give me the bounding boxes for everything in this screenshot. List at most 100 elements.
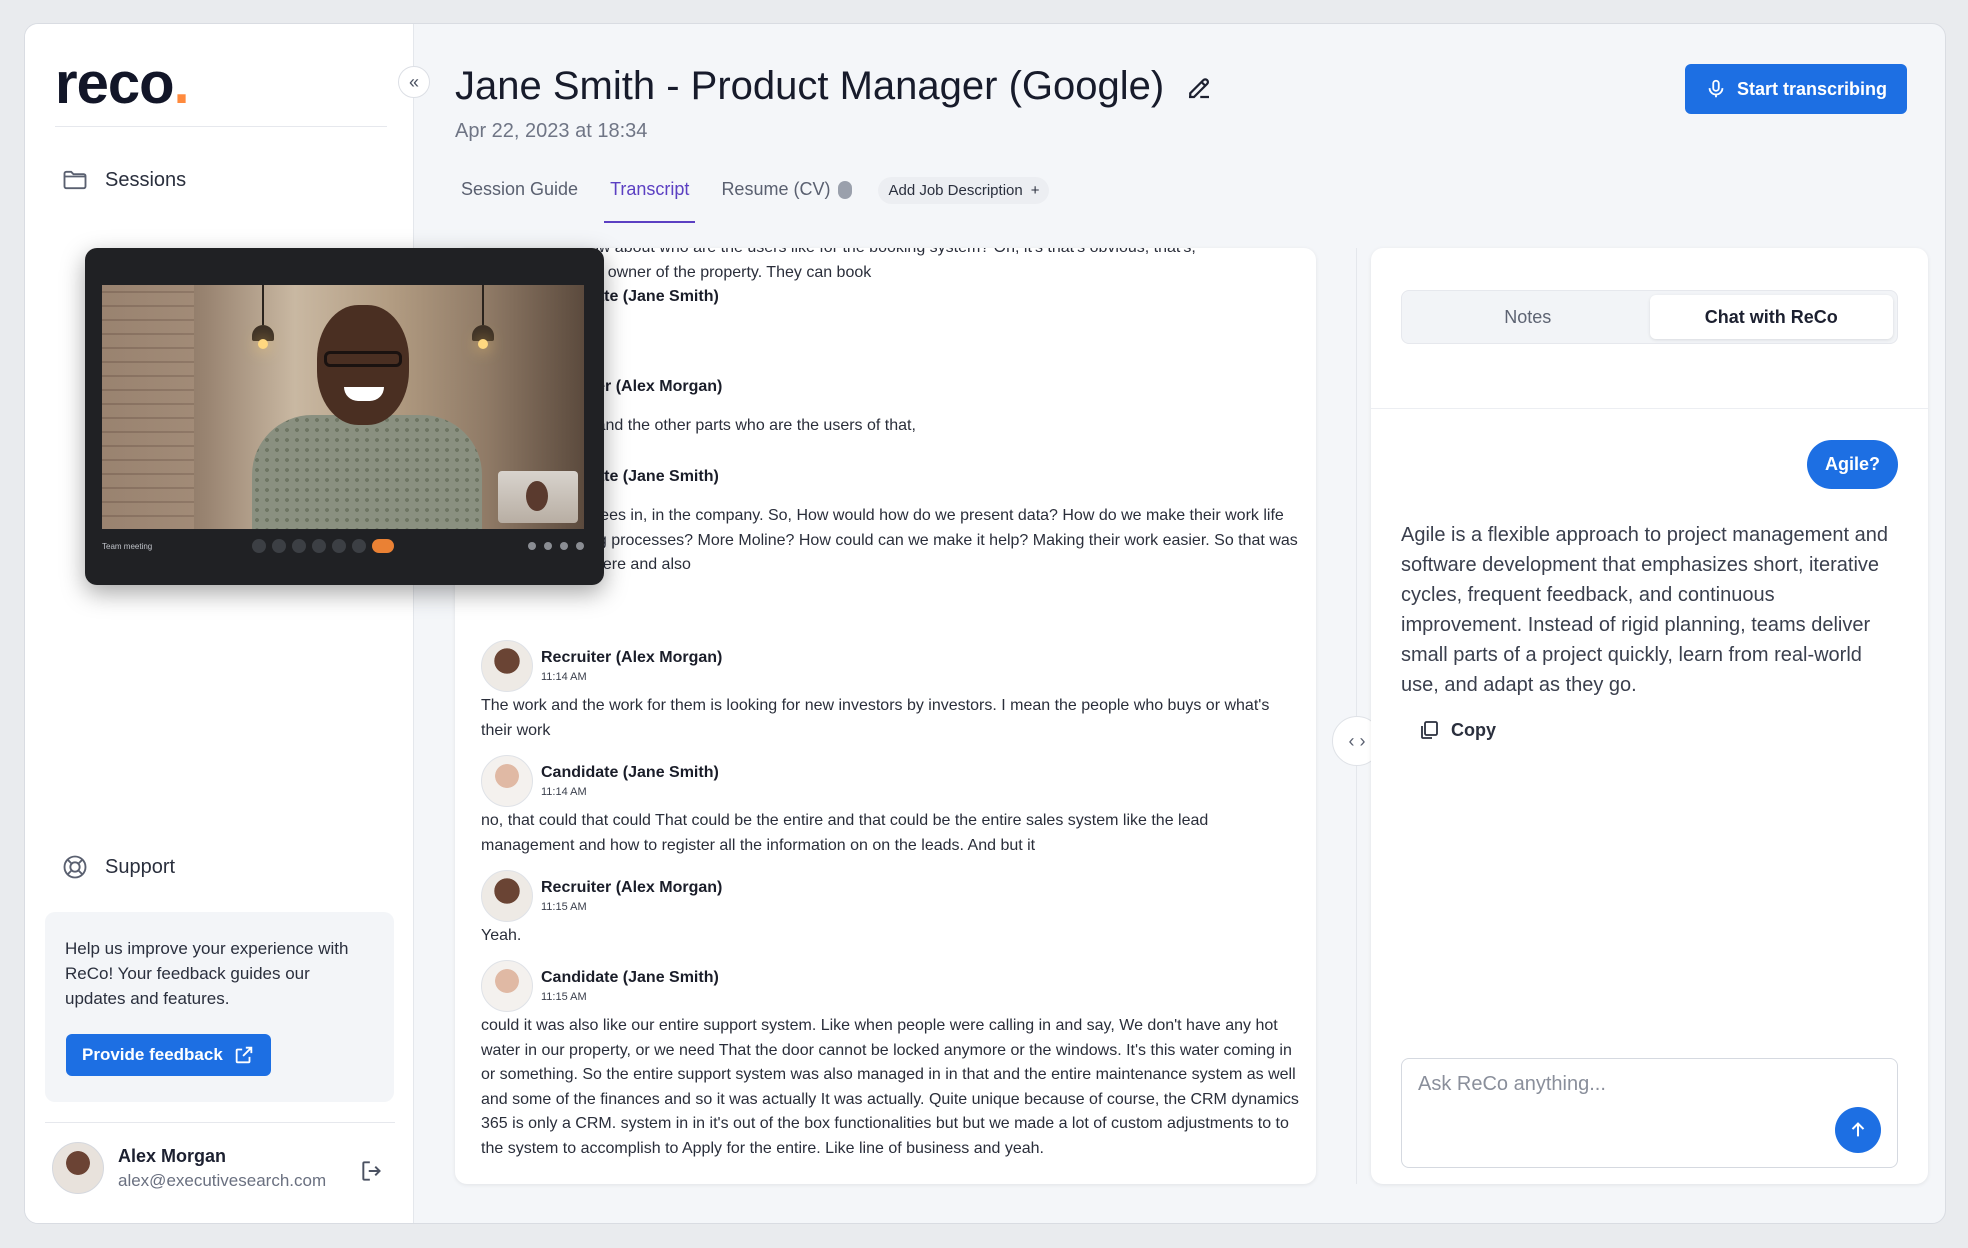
ask-box [1401,1058,1898,1168]
panel-divider [1371,408,1928,409]
user-message-bubble: Agile? [1806,440,1898,489]
transcript-entry: Candidate (Jane Smith) 11:15 AM could it … [481,960,1301,1162]
avatar [481,640,533,692]
transcript-entry: Candidate (Jane Smith)11:14 AM the other… [481,468,1301,578]
end-call-icon[interactable] [372,539,394,553]
entry-header: Recruiter (Alex Morgan) 11:15 AM [481,870,1301,922]
transcript-text: no, that could that could That could be … [481,812,1209,854]
start-transcribing-button[interactable]: Start transcribing [1685,64,1908,114]
reco-logo[interactable]: reco. [55,50,190,117]
collapse-sidebar-button[interactable]: « [398,66,430,98]
pencil-icon[interactable] [1184,72,1214,102]
add-jd-label: Add Job Description [888,182,1023,199]
sidebar-item-label: Sessions [105,168,187,191]
timestamp: 11:14 AM [541,671,587,683]
transcript-entry: Recruiter (Alex Morgan) 11:14 AM The work… [481,640,1301,743]
user-email: alex@executivesearch.com [118,1170,327,1190]
avatar [481,960,533,1012]
call-side-controls [528,542,584,550]
speaker-name: Recruiter (Alex Morgan) [541,879,723,896]
copy-icon [1421,721,1438,739]
info-icon[interactable] [528,542,536,550]
transcript-text: the other employees in, in the company. … [481,507,1298,574]
more-icon[interactable] [352,539,366,553]
self-view-thumbnail [498,471,578,523]
captions-icon[interactable] [292,539,306,553]
microphone-icon [1708,79,1724,98]
transcript-text: could it was also like our entire suppor… [481,1017,1299,1157]
attachment-icon [838,181,853,199]
logo-dot: . [173,51,190,116]
video-feed [102,285,584,529]
avatar [481,755,533,807]
logo-text: reco [55,51,175,116]
people-icon[interactable] [544,542,552,550]
lamp [472,285,494,349]
session-date: Apr 22, 2023 at 18:34 [455,120,648,142]
tab-transcript[interactable]: Transcript [604,179,696,223]
transcript-text: the master data and the other parts who … [481,417,916,434]
transcript-text: The work and the work for them is lookin… [481,697,1270,739]
speaker-name: Recruiter (Alex Morgan) [541,649,723,666]
transcript-entry: Recruiter (Alex Morgan) 11:15 AM Yeah. [481,870,1301,949]
speaker-name: Candidate (Jane Smith) [541,969,719,986]
entry-header: Candidate (Jane Smith)11:13 AM [481,288,1301,322]
chat-icon[interactable] [560,542,568,550]
panel-tabs: Notes Chat with ReCo [1401,290,1898,344]
start-transcribing-label: Start transcribing [1737,78,1888,99]
participant-glasses [324,351,402,367]
sidebar-item-label: Support [105,855,176,878]
send-button[interactable] [1835,1107,1881,1153]
page-title: Jane Smith - Product Manager (Google) [455,64,1214,109]
feedback-card: Help us improve your experience with ReC… [45,912,394,1102]
tab-chat-with-reco[interactable]: Chat with ReCo [1649,295,1893,339]
add-job-description-button[interactable]: Add Job Description + [878,177,1050,204]
user-profile[interactable]: Alex Morgan alex@executivesearch.com [52,1142,326,1194]
entry-header: Candidate (Jane Smith) 11:15 AM [481,960,1301,1012]
hand-icon[interactable] [312,539,326,553]
timestamp: 11:15 AM [541,901,587,913]
sidebar-item-sessions[interactable]: Sessions [61,166,186,194]
entry-header: Recruiter (Alex Morgan)11:13 AM [481,378,1301,412]
provide-feedback-label: Provide feedback [82,1045,223,1064]
speaker-name: Candidate (Jane Smith) [541,764,719,781]
background-wall [102,285,194,529]
tab-label: Session Guide [461,179,579,199]
transcript-text: how about who are the users like for the… [481,248,1301,261]
folder-icon [63,170,87,190]
provide-feedback-button[interactable]: Provide feedback [66,1034,271,1076]
tab-label: Transcript [610,179,690,199]
transcript-fragment: how about who are the users like for the… [481,248,1301,285]
avatar [481,870,533,922]
meeting-label: Team meeting [102,541,153,551]
lamp [252,285,274,349]
chevrons-left-icon: « [408,71,419,92]
external-link-icon [235,1046,253,1064]
assistant-panel: Notes Chat with ReCo Agile? Agile is a f… [1371,248,1928,1184]
transcript-text: Yeah. [481,927,522,944]
mic-icon[interactable] [252,539,266,553]
copy-button[interactable]: Copy [1417,718,1496,742]
ask-input[interactable] [1418,1073,1818,1096]
tab-resume[interactable]: Resume (CV) [715,179,858,223]
logout-icon[interactable] [359,1158,385,1184]
feedback-text: Help us improve your experience with ReC… [65,939,349,1008]
entry-header: Candidate (Jane Smith) 11:14 AM [481,755,1301,807]
call-controls [252,539,394,553]
transcript-entry: Candidate (Jane Smith)11:13 AM [481,288,1301,322]
assistant-answer: Agile is a flexible approach to project … [1401,524,1888,696]
arrow-up-icon [1851,1122,1865,1137]
present-icon[interactable] [332,539,346,553]
sidebar-divider [45,1122,395,1123]
video-call-preview[interactable]: Team meeting [85,248,604,585]
activities-icon[interactable] [576,542,584,550]
tab-session-guide[interactable]: Session Guide [455,179,584,223]
app-window: reco. Sessions Support Help us improve y… [24,23,1946,1224]
sidebar-divider [55,126,387,127]
camera-icon[interactable] [272,539,286,553]
session-tabs: Session Guide Transcript Resume (CV) Add… [455,177,1050,223]
session-title: Jane Smith - Product Manager (Google) [455,64,1165,108]
sidebar-item-support[interactable]: Support [61,853,175,881]
plus-icon: + [1030,182,1040,199]
tab-notes[interactable]: Notes [1406,295,1650,339]
